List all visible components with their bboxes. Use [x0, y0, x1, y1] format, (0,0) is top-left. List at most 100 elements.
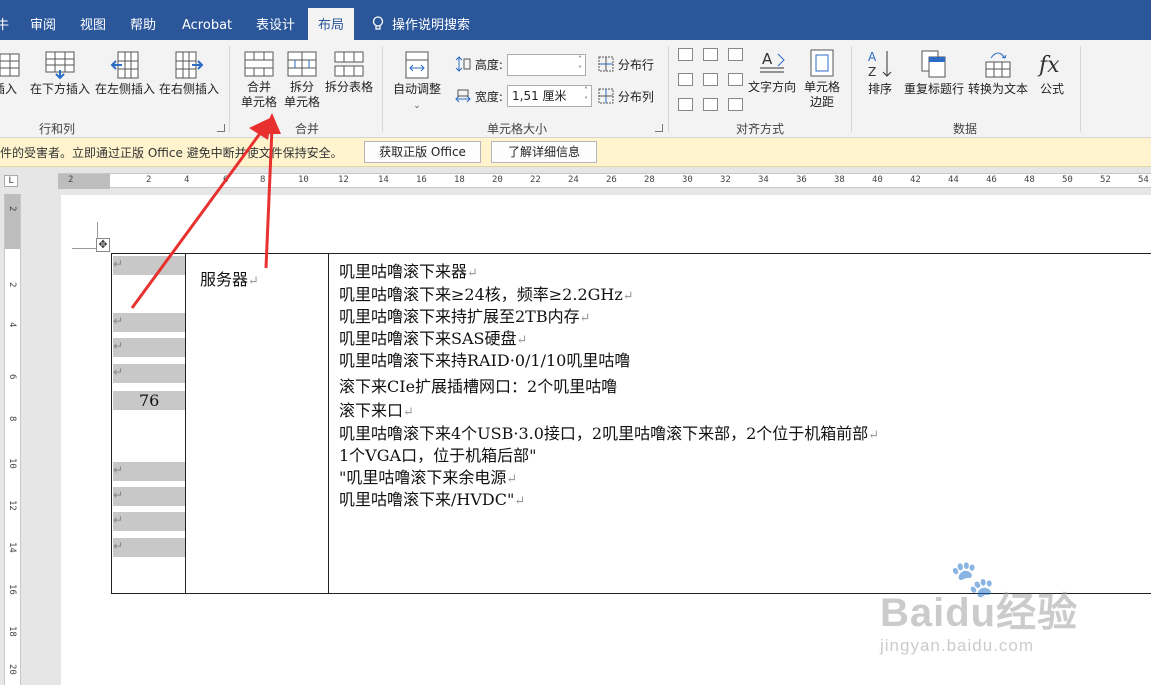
insert-below-label: 在下方插入: [29, 82, 90, 96]
tab-table-design[interactable]: 表设计: [256, 0, 295, 40]
group-label-alignment: 对齐方式: [736, 122, 785, 136]
insert-right-icon: [175, 51, 204, 79]
tab-review[interactable]: 审阅: [30, 0, 56, 40]
align-top-center-icon[interactable]: [703, 48, 718, 61]
insert-left-icon: [110, 51, 139, 79]
group-label-merge: 合并: [295, 122, 320, 136]
cell-server[interactable]: 服务器↵: [200, 266, 259, 290]
ribbon: 插入 在下方插入 在左侧插入 在右侧插入 行和列 合并 单元格 拆分 单元格 拆…: [0, 40, 1151, 138]
chevron-down-icon: ⌄: [413, 101, 421, 111]
table-border-left: [111, 253, 112, 594]
distribute-rows-button[interactable]: 分布行: [598, 56, 654, 73]
table-move-handle-icon[interactable]: ✥: [96, 238, 110, 252]
selected-cell-block[interactable]: [113, 487, 185, 506]
text-direction-button[interactable]: A 文字方向: [746, 48, 798, 95]
convert-to-text-button[interactable]: 转换为文本: [966, 48, 1030, 97]
align-bottom-center-icon[interactable]: [703, 98, 718, 111]
spinner-icon[interactable]: ˄ ˅: [584, 86, 588, 106]
cell-margins-button[interactable]: 单元格 边距: [800, 48, 844, 110]
ruler-label: 4: [184, 175, 190, 185]
ruler-label: 10: [7, 458, 17, 469]
tab-acrobat[interactable]: Acrobat: [182, 0, 232, 40]
selected-cell-block[interactable]: [113, 364, 185, 383]
autofit-label: 自动调整: [392, 82, 441, 96]
repeat-header-button[interactable]: 重复标题行: [902, 48, 966, 97]
vertical-ruler[interactable]: 2 2 4 6 8 10 12 14 16 18 20: [4, 194, 21, 685]
spec-line: 滚下来口↵: [339, 397, 414, 421]
align-middle-left-icon[interactable]: [678, 73, 693, 86]
align-top-right-icon[interactable]: [728, 48, 743, 61]
spec-line: 叽里咕噜滚下来持RAID·0/1/10叽里咕噜: [339, 347, 630, 371]
cell-server-text: 服务器: [200, 270, 249, 289]
ruler-label: 6: [7, 374, 17, 380]
ruler-label: 30: [682, 175, 693, 185]
tab-layout[interactable]: 布局: [308, 8, 355, 40]
sort-button[interactable]: AZ 排序: [862, 48, 898, 97]
split-cells-icon: [287, 51, 317, 77]
column-width-icon: [455, 89, 471, 103]
tab-selector[interactable]: L: [4, 175, 18, 187]
align-bottom-right-icon[interactable]: [728, 98, 743, 111]
align-bottom-left-icon[interactable]: [678, 98, 693, 111]
insert-right-button[interactable]: 在右侧插入: [157, 50, 221, 97]
spec-line: 叽里咕噜滚下来器↵: [339, 258, 478, 282]
ruler-label: 50: [1062, 175, 1073, 185]
insert-left-button[interactable]: 在左侧插入: [93, 50, 157, 97]
selected-cell-block[interactable]: [113, 338, 185, 357]
height-field[interactable]: ˄ ˅: [507, 54, 586, 76]
selected-cell-block[interactable]: [113, 313, 185, 332]
tell-me-search[interactable]: 操作说明搜索: [372, 0, 470, 40]
paragraph-mark: ↵: [579, 311, 591, 326]
paragraph-mark: ↵: [467, 266, 478, 281]
spinner-icon[interactable]: ˄ ˅: [578, 55, 582, 75]
ruler-label: 52: [1100, 175, 1111, 185]
ruler-label: 16: [416, 175, 427, 185]
ruler-label: 42: [910, 175, 921, 185]
ruler-label: 18: [454, 175, 465, 185]
distribute-cols-button[interactable]: 分布列: [598, 88, 654, 105]
learn-more-button[interactable]: 了解详细信息: [491, 141, 597, 163]
split-table-button[interactable]: 拆分表格: [323, 50, 375, 95]
selected-cell-block[interactable]: [113, 462, 185, 481]
selected-cell-block[interactable]: [113, 538, 185, 557]
formula-button[interactable]: fx 公式: [1032, 48, 1072, 97]
cell-size-launcher[interactable]: [655, 124, 663, 132]
spec-line: "叽里咕噜滚下来余电源↵: [339, 464, 517, 488]
paragraph-mark: ↵: [113, 257, 124, 271]
cell-number[interactable]: 76: [139, 391, 159, 410]
distribute-rows-icon: [598, 56, 614, 72]
align-top-left-icon[interactable]: [678, 48, 693, 61]
group-separator: [668, 46, 669, 132]
get-genuine-office-button[interactable]: 获取正版 Office: [364, 141, 481, 163]
insert-below-button[interactable]: 在下方插入: [28, 50, 92, 97]
insert-above-button[interactable]: 插入: [0, 50, 24, 97]
width-label: 宽度:: [455, 88, 503, 105]
table-column-divider[interactable]: [328, 253, 329, 594]
split-table-icon: [334, 51, 364, 77]
rows-cols-launcher[interactable]: [217, 124, 225, 132]
spec-line: 滚下来CIe扩展插槽网口：2个叽里咕噜: [339, 373, 617, 397]
paragraph-mark: ↵: [113, 488, 124, 502]
tab-help[interactable]: 帮助: [130, 0, 156, 40]
selected-cell-block[interactable]: [113, 256, 185, 275]
autofit-button[interactable]: 自动调整 ⌄: [388, 50, 446, 114]
formula-label: 公式: [1039, 82, 1064, 96]
ruler-label: 2: [7, 206, 17, 212]
horizontal-ruler[interactable]: 2 2 4 6 8 10 12 14 16 18 20 22 24 26 28 30 32 34 36 38 40 42 4…: [58, 173, 1151, 189]
merge-cells-button[interactable]: 合并 单元格: [238, 50, 280, 110]
align-middle-right-icon[interactable]: [728, 73, 743, 86]
selected-cell-block[interactable]: [113, 512, 185, 531]
merge-cells-label1: 合并: [246, 80, 271, 94]
merge-cells-label2: 单元格: [240, 95, 277, 109]
tab-view[interactable]: 视图: [80, 0, 106, 40]
split-cells-button[interactable]: 拆分 单元格: [281, 50, 323, 110]
tab-file[interactable]: 牛: [0, 0, 9, 40]
row-height-icon: [455, 56, 471, 72]
align-middle-center-icon[interactable]: [703, 73, 718, 86]
group-label-rows-cols: 行和列: [39, 122, 76, 136]
ruler-label: 12: [7, 500, 17, 511]
width-field[interactable]: 1,51 厘米 ˄ ˅: [507, 85, 592, 107]
paragraph-mark: ↵: [622, 289, 634, 304]
ruler-label: 36: [796, 175, 807, 185]
table-column-divider[interactable]: [185, 253, 186, 594]
